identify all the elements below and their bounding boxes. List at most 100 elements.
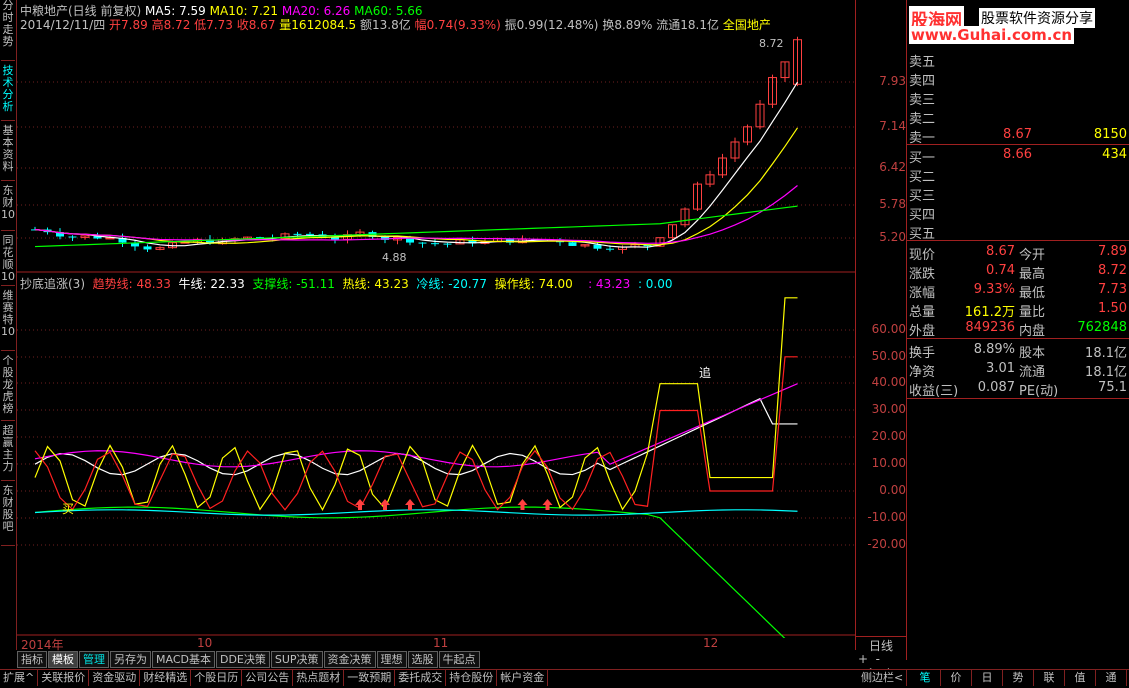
template-tab[interactable]: MACD基本	[152, 651, 215, 668]
quote-value: 1.50	[1098, 301, 1127, 316]
quote-label: 涨幅	[909, 286, 936, 301]
info-turnover: 换8.89%	[602, 18, 653, 32]
candle-body	[68, 236, 77, 238]
hot-line-label: 热线: 43.23	[342, 277, 409, 291]
quote-label: 量比	[1019, 305, 1046, 320]
quote-label: 总量	[909, 305, 936, 320]
bar-info: 2014/12/11/四 开7.89 高8.72 低7.73 收8.67 量16…	[20, 16, 771, 33]
info-sector[interactable]: 全国地产	[723, 18, 771, 32]
buy-label: 买一	[909, 151, 936, 166]
right-status-tab[interactable]: 日	[972, 670, 1003, 686]
high-marker: 8.72	[759, 37, 784, 50]
quote-row: 总量 161.2万 量比 1.50	[907, 300, 1129, 320]
status-item[interactable]: 持仓股份	[446, 670, 498, 686]
sell-label: 卖二	[909, 112, 936, 127]
status-item[interactable]: 个股日历	[191, 670, 243, 686]
template-tab[interactable]: SUP决策	[270, 651, 323, 668]
price-tick: 5.20	[879, 230, 906, 244]
sidebar-tab-6[interactable]: 个股龙虎榜	[1, 355, 15, 421]
logo-slogan: 股票软件资源分享	[979, 8, 1095, 28]
buy-row: 买一 8.66 434	[907, 146, 1129, 166]
template-tab[interactable]: 模板	[48, 651, 78, 668]
indicator-tick: 0.00	[879, 483, 906, 497]
sell-price: 8.67	[1003, 127, 1032, 142]
quote-value: 762848	[1077, 320, 1127, 335]
template-tab[interactable]: 牛起点	[438, 651, 480, 668]
right-status-tab[interactable]: 值	[1065, 670, 1096, 686]
ma5-line	[34, 81, 799, 248]
divider	[907, 144, 1129, 145]
right-status-tab[interactable]: 通	[1096, 670, 1127, 686]
sidebar-tab-2[interactable]: 基本资料	[1, 125, 15, 181]
right-status-tab[interactable]: 价	[941, 670, 972, 686]
template-tab[interactable]: 管理	[79, 651, 109, 668]
support-line	[34, 506, 786, 638]
template-tab[interactable]: 理想	[376, 651, 407, 668]
quote-row: 现价 8.67 今开 7.89	[907, 243, 1129, 263]
candle-body	[293, 233, 302, 235]
quote-value: 7.89	[1098, 244, 1127, 259]
indicator-tick: 50.00	[871, 349, 906, 363]
sidebar-tab-0[interactable]: 分时走势	[1, 0, 15, 61]
right-status-tab[interactable]: 联	[1034, 670, 1065, 686]
stat-value: 8.89%	[973, 342, 1015, 357]
quote-value: 7.73	[1098, 282, 1127, 297]
buy-volume: 434	[1102, 147, 1127, 162]
sidebar-tab-3[interactable]: 东财10	[1, 185, 15, 231]
template-tab[interactable]: 另存为	[110, 651, 151, 668]
sidebar-tab-8[interactable]: 东财股吧	[1, 485, 15, 546]
indicator-name[interactable]: 抄底追涨(3)	[20, 277, 85, 291]
status-item[interactable]: 委托成交	[395, 670, 447, 686]
kline-chart-svg[interactable]	[17, 0, 855, 638]
template-tab[interactable]: DDE决策	[215, 651, 270, 668]
status-item[interactable]: 财经精选	[140, 670, 192, 686]
status-item[interactable]: 一致预期	[344, 670, 396, 686]
quote-value: 161.2万	[964, 305, 1015, 320]
right-status-tab[interactable]: 势	[1003, 670, 1034, 686]
quote-value: 9.33%	[973, 282, 1015, 297]
buy-row: 买四	[907, 203, 1129, 223]
status-item[interactable]: 帐户资金	[497, 670, 549, 686]
quote-label: 最高	[1019, 267, 1046, 282]
status-item[interactable]: 公司公告	[242, 670, 294, 686]
low-marker: 4.88	[382, 251, 407, 264]
stat-row: 收益(三) 0.087 PE(动) 75.1	[907, 379, 1129, 399]
indicator-tick: 20.00	[871, 429, 906, 443]
candle-body	[143, 246, 152, 250]
template-tab[interactable]: 指标	[17, 651, 47, 668]
chart-area[interactable]: 中粮地产(日线 前复权) MA5: 7.59 MA10: 7.21 MA20: …	[17, 0, 855, 652]
template-tab[interactable]: 资金决策	[323, 651, 376, 668]
candle-body	[431, 243, 439, 245]
price-tick: 7.14	[879, 119, 906, 133]
sidebar-tab-7[interactable]: 超赢主力	[1, 425, 15, 481]
status-item[interactable]: 侧边栏<	[858, 670, 908, 686]
chase-signal: 追	[699, 366, 712, 380]
ma10-line	[34, 127, 798, 246]
quote-label: 外盘	[909, 324, 936, 339]
candle-body	[568, 242, 577, 246]
quote-label: 最低	[1019, 286, 1046, 301]
quote-label: 涨跌	[909, 267, 936, 282]
sell-row: 卖五	[907, 50, 1129, 70]
buy-row: 买二	[907, 165, 1129, 185]
cold-line	[34, 509, 798, 516]
sidebar-tab-4[interactable]: 同花顺10	[1, 235, 15, 286]
status-item[interactable]: 资金驱动	[89, 670, 141, 686]
logo-url: www.Guhai.com.cn	[909, 26, 1075, 44]
right-status-tab[interactable]: 笔	[910, 670, 941, 686]
divider	[907, 240, 1129, 241]
x-label-nov: 11	[433, 636, 449, 650]
indicator-tick: 30.00	[871, 402, 906, 416]
info-float: 流通18.1亿	[656, 18, 719, 32]
status-item[interactable]: 扩展^	[0, 670, 39, 686]
quote-label: 内盘	[1019, 324, 1046, 339]
candle-body	[306, 233, 314, 235]
template-tab[interactable]: 选股	[407, 651, 438, 668]
status-item[interactable]: 热点题材	[293, 670, 345, 686]
stat-label: PE(动)	[1019, 384, 1059, 399]
status-item[interactable]: 关联报价	[38, 670, 90, 686]
sidebar-tab-5[interactable]: 维赛特10	[1, 290, 15, 351]
sidebar-tab-1[interactable]: 技术分析	[1, 65, 15, 121]
indicator-tick: -20.00	[867, 537, 906, 551]
buy-row: 买五	[907, 222, 1129, 242]
